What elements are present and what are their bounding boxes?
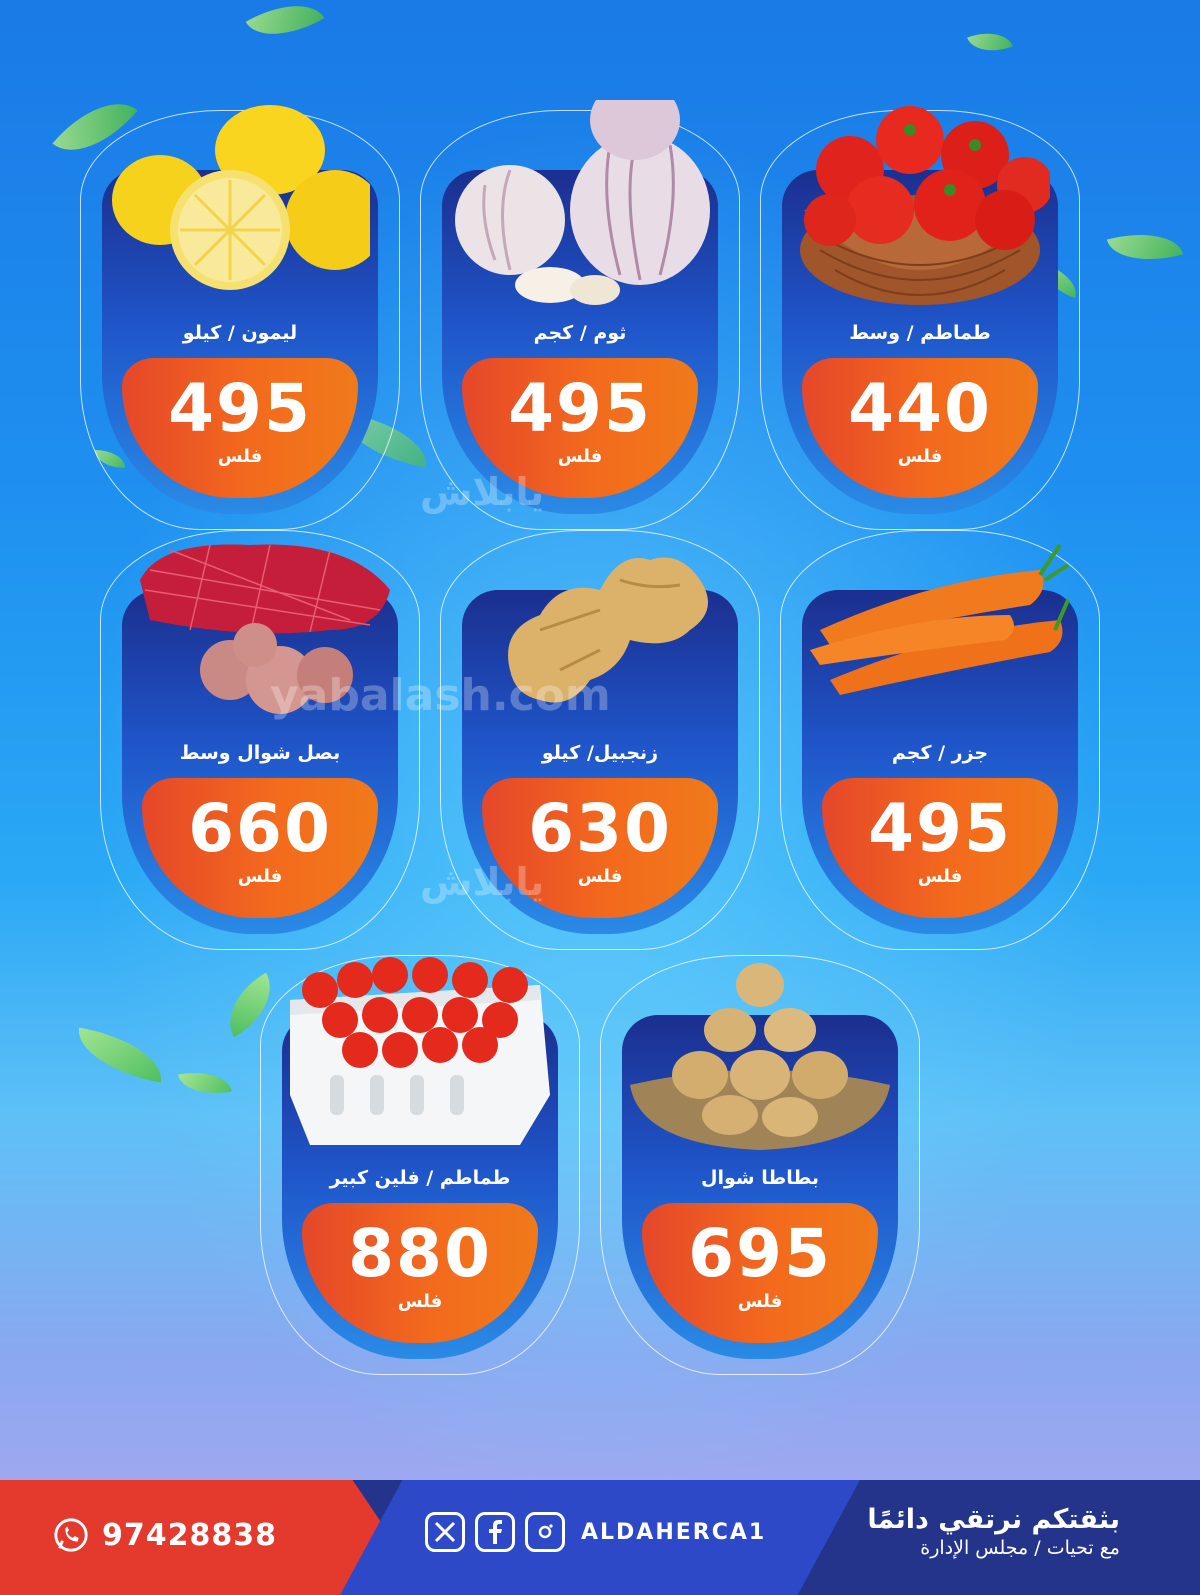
product-name: ثوم / كجم: [533, 322, 627, 344]
price-unit: فلس: [917, 866, 963, 887]
carrots-image: [810, 543, 1070, 695]
product-card-tomatoes-foam: طماطم / فلين كبير 880 فلس: [260, 955, 580, 1375]
product-price: 695: [688, 1215, 832, 1292]
product-card-potatoes: بطاطا شوال 695 فلس: [600, 955, 920, 1375]
price-unit: فلس: [237, 866, 283, 887]
instagram-icon[interactable]: [525, 1512, 565, 1552]
slogan-line-1: بثقتكم نرتقي دائمًا: [867, 1504, 1120, 1535]
leaf-decoration: [245, 0, 325, 54]
social-handle: ALDAHERCA1: [581, 1519, 767, 1545]
tomatoes-basket-image: [800, 106, 1050, 305]
phone-contact[interactable]: 97428838: [52, 1516, 277, 1554]
product-price: 495: [508, 370, 652, 447]
price-unit: فلس: [397, 1291, 443, 1312]
tomatoes-foam-box-image: [290, 957, 550, 1145]
product-price: 495: [868, 790, 1012, 867]
product-name: زنجبيل/ كيلو: [541, 742, 659, 764]
product-price: 630: [528, 790, 672, 867]
product-card-carrots: جزر / كجم 495 فلس: [780, 530, 1100, 950]
leaf-decoration: [967, 23, 1013, 61]
potatoes-image: [630, 963, 890, 1150]
watermark: يابلاش: [420, 860, 545, 904]
product-card-onion-sack: بصل شوال وسط 660 فلس: [100, 530, 420, 950]
price-unit: فلس: [217, 446, 263, 467]
watermark: yabalash.com: [270, 670, 611, 721]
product-name: بصل شوال وسط: [179, 742, 341, 764]
product-name: طماطم / فلين كبير: [329, 1167, 511, 1189]
whatsapp-icon: [54, 1518, 88, 1552]
leaf-decoration: [178, 1065, 232, 1101]
footer-bar: 97428838 ALDAHERCA1 بثقتكم نرتقي دائمًا …: [0, 1480, 1200, 1595]
watermark: يابلاش: [420, 470, 545, 514]
facebook-icon[interactable]: [475, 1512, 515, 1552]
product-name: بطاطا شوال: [700, 1167, 820, 1189]
price-unit: فلس: [897, 446, 943, 467]
product-price: 660: [188, 790, 332, 867]
slogan-line-2: مع تحيات / مجلس الإدارة: [920, 1537, 1120, 1559]
phone-number: 97428838: [102, 1517, 277, 1553]
price-unit: فلس: [737, 1291, 783, 1312]
price-unit: فلس: [557, 446, 603, 467]
footer-slogan: بثقتكم نرتقي دائمًا مع تحيات / مجلس الإد…: [867, 1504, 1120, 1559]
product-name: طماطم / وسط: [849, 322, 991, 344]
product-name: جزر / كجم: [891, 742, 989, 764]
product-card-tomatoes-medium: طماطم / وسط 440 فلس: [760, 106, 1080, 530]
garlic-image: [455, 100, 710, 305]
product-price: 880: [348, 1215, 492, 1292]
social-links: ALDAHERCA1: [425, 1512, 766, 1552]
lemons-image: [112, 105, 370, 290]
product-name: ليمون / كيلو: [182, 322, 298, 344]
x-icon[interactable]: [425, 1512, 465, 1552]
product-card-garlic: ثوم / كجم 495 فلس: [420, 100, 740, 530]
product-card-lemon: ليمون / كيلو 495 فلس: [80, 105, 400, 530]
product-price: 495: [168, 370, 312, 447]
leaf-decoration: [1106, 221, 1184, 273]
leaf-decoration: [72, 1027, 168, 1083]
product-price: 440: [848, 370, 992, 447]
